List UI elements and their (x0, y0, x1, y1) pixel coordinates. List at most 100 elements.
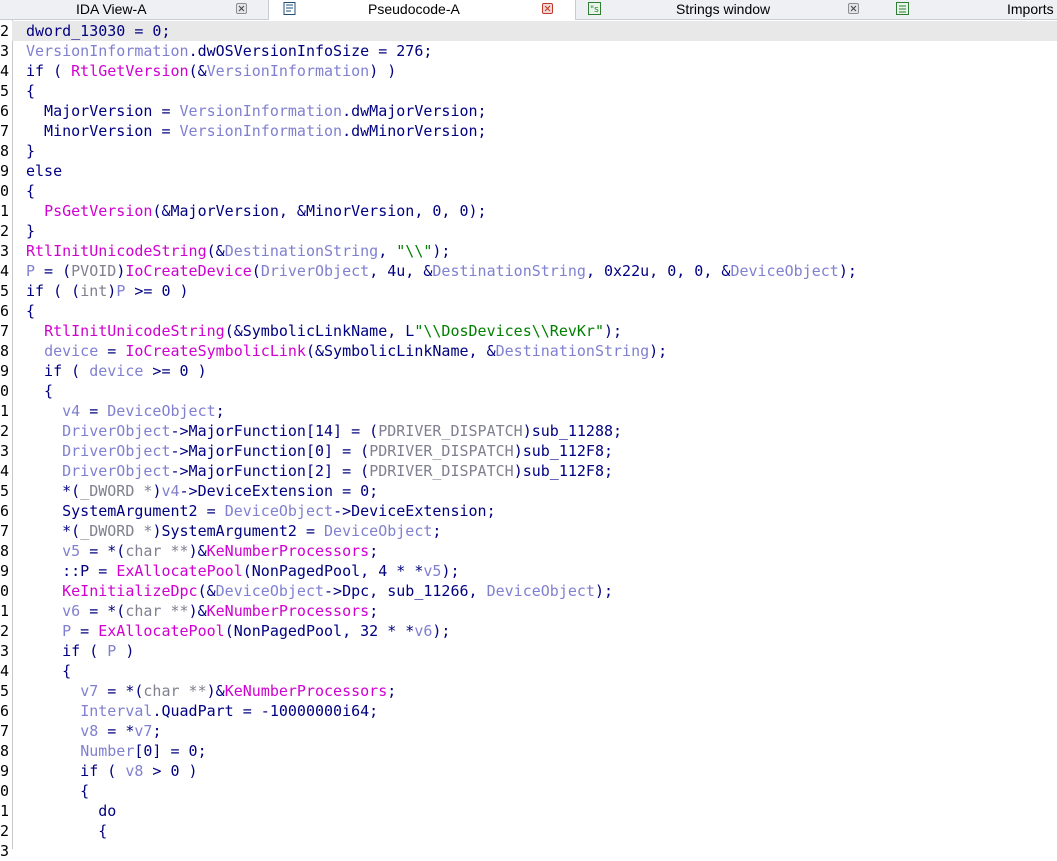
code-line[interactable]: if ( (int)P >= 0 ) (26, 281, 189, 301)
code-line[interactable]: PsGetVersion(&MajorVersion, &MinorVersio… (26, 201, 487, 221)
code-token: ); (432, 242, 451, 260)
tab-strings-window[interactable]: "s Strings window (576, 0, 882, 19)
code-token: DeviceObject (224, 502, 334, 520)
code-line[interactable]: { (26, 821, 107, 841)
code-token: ); (594, 582, 614, 600)
code-line[interactable]: v7 = *(char **)&KeNumberProcessors; (26, 681, 396, 701)
code-line[interactable]: P = ExAllocatePool(NonPagedPool, 32 * *v… (26, 621, 450, 641)
code-line[interactable]: Number[0] = 0; (26, 741, 206, 761)
code-line[interactable]: } (26, 141, 35, 161)
code-line[interactable]: v6 = *(char **)&KeNumberProcessors; (26, 601, 378, 621)
code-token: { (26, 662, 72, 680)
code-token: v7 (80, 682, 99, 700)
line-number: 4 (0, 462, 9, 480)
code-token: (&SymbolicLinkName, & (305, 342, 496, 360)
code-token: IoCreateDevice (125, 262, 252, 280)
code-line[interactable]: device = IoCreateSymbolicLink(&SymbolicL… (26, 341, 667, 361)
code-token: (NonPagedPool, 32 * * (224, 622, 415, 640)
code-line[interactable]: P = (PVOID)IoCreateDevice(DriverObject, … (26, 261, 857, 281)
imports-icon (896, 2, 909, 15)
code-line[interactable]: DriverObject->MajorFunction[14] = (PDRIV… (26, 421, 622, 441)
code-token: { (26, 782, 90, 800)
code-line[interactable]: *(_DWORD *)SystemArgument2 = DeviceObjec… (26, 521, 441, 541)
code-line[interactable]: Interval.QuadPart = -10000000i64; (26, 701, 378, 721)
code-token: DriverObject (260, 262, 370, 280)
code-line[interactable]: { (26, 81, 35, 101)
code-line[interactable] (26, 841, 116, 861)
line-number: 2 (0, 622, 9, 640)
close-icon[interactable] (542, 3, 553, 14)
code-line[interactable]: VersionInformation.dwOSVersionInfoSize =… (26, 41, 432, 61)
code-token: DeviceObject (486, 582, 595, 600)
code-line[interactable]: do (26, 801, 116, 821)
close-icon[interactable] (848, 3, 859, 14)
code-token: , 4u, & (369, 262, 433, 280)
code-token: v5 (62, 542, 81, 560)
code-token: v6 (414, 622, 433, 640)
code-line[interactable]: DriverObject->MajorFunction[0] = (PDRIVE… (26, 441, 613, 461)
code-line[interactable]: ::P = ExAllocatePool(NonPagedPool, 4 * *… (26, 561, 459, 581)
code-token: ::P = (26, 562, 117, 580)
code-line[interactable]: MinorVersion = VersionInformation.dwMino… (26, 121, 487, 141)
code-line[interactable]: v4 = DeviceObject; (26, 401, 225, 421)
code-token: = (80, 402, 108, 420)
code-token: = *( (98, 682, 144, 700)
line-number: 0 (0, 182, 9, 200)
code-token: if ( (26, 762, 126, 780)
code-token: P (116, 282, 126, 300)
tab-imports[interactable]: Imports (882, 0, 1057, 19)
code-line[interactable]: { (26, 181, 35, 201)
code-line[interactable]: RtlInitUnicodeString(&DestinationString,… (26, 241, 450, 261)
code-line[interactable]: v8 = *v7; (26, 721, 161, 741)
code-line[interactable]: } (26, 221, 35, 241)
code-line[interactable]: { (26, 781, 89, 801)
line-number: 6 (0, 102, 9, 120)
code-line[interactable]: SystemArgument2 = DeviceObject->DeviceEx… (26, 501, 496, 521)
code-token: Interval (80, 702, 153, 720)
line-number: 2 (0, 822, 9, 840)
code-line[interactable]: DriverObject->MajorFunction[2] = (PDRIVE… (26, 461, 613, 481)
code-line[interactable]: if ( RtlGetVersion(&VersionInformation) … (26, 61, 396, 81)
code-token: ) (116, 262, 126, 280)
code-line[interactable]: MajorVersion = VersionInformation.dwMajo… (26, 101, 487, 121)
code-token: Number (80, 742, 135, 760)
code-line[interactable]: KeInitializeDpc(&DeviceObject->Dpc, sub_… (26, 581, 613, 601)
code-token: if ( (26, 362, 90, 380)
code-line[interactable]: if ( P ) (26, 641, 134, 661)
code-line[interactable]: if ( v8 > 0 ) (26, 761, 197, 781)
code-token: v8 (125, 762, 144, 780)
code-line[interactable]: { (26, 661, 71, 681)
code-line[interactable]: if ( device >= 0 ) (26, 361, 207, 381)
line-number: 3 (0, 842, 9, 860)
code-token: .QuadPart = -10000000i64; (152, 702, 379, 720)
code-token: SystemArgument2 = (26, 502, 225, 520)
code-token: DriverObject (62, 462, 171, 480)
line-number: 2 (0, 222, 9, 240)
code-token: v8 (80, 722, 99, 740)
tab-pseudocode[interactable]: Pseudocode-A (268, 0, 576, 20)
code-token: PVOID (71, 262, 117, 280)
code-token: if ( ( (26, 282, 81, 300)
code-line[interactable]: else (26, 161, 62, 181)
code-line-current[interactable]: dword_13030 = 0; (12, 21, 1057, 41)
code-line[interactable]: v5 = *(char **)&KeNumberProcessors; (26, 541, 378, 561)
code-line[interactable]: { (26, 301, 35, 321)
line-number: 9 (0, 762, 9, 780)
code-line[interactable]: { (26, 381, 53, 401)
line-number: 4 (0, 262, 9, 280)
code-token: { (26, 182, 36, 200)
code-token: )sub_112F8; (513, 462, 614, 480)
code-line[interactable]: RtlInitUnicodeString(&SymbolicLinkName, … (26, 321, 622, 341)
close-icon[interactable] (236, 3, 247, 14)
line-number: 5 (0, 682, 9, 700)
code-token: P (26, 262, 36, 280)
code-token: char ** (125, 542, 189, 560)
code-line[interactable]: *(_DWORD *)v4->DeviceExtension = 0; (26, 481, 378, 501)
line-number: 1 (0, 202, 9, 220)
tab-ida-view[interactable]: IDA View-A (0, 0, 268, 19)
code-token: VersionInformation (206, 62, 370, 80)
